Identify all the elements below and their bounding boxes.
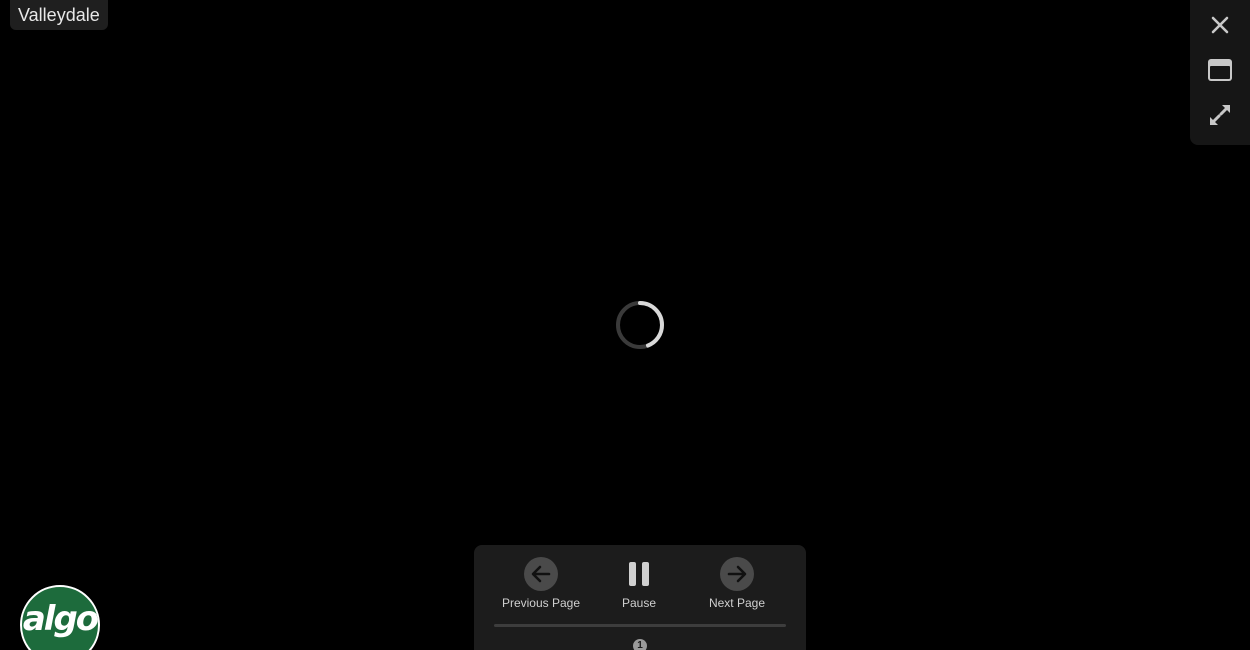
previous-page-button[interactable]: Previous Page	[491, 557, 591, 610]
window-mode-button[interactable]	[1200, 50, 1240, 90]
page-indicator[interactable]: 1	[633, 639, 647, 650]
next-page-label: Next Page	[708, 596, 766, 610]
arrow-left-icon	[524, 557, 558, 591]
arrow-right-icon	[720, 557, 754, 591]
expand-icon	[1210, 105, 1230, 125]
viewer-toolbar	[1190, 0, 1250, 145]
logo-text: algo	[22, 599, 98, 639]
pause-label: Pause	[621, 596, 657, 610]
window-title: Valleydale	[10, 0, 108, 30]
fullscreen-button[interactable]	[1200, 95, 1240, 135]
previous-page-label: Previous Page	[501, 596, 581, 610]
pause-button[interactable]: Pause	[589, 557, 689, 610]
brand-logo: algo	[20, 585, 100, 650]
loading-spinner-icon	[616, 301, 665, 349]
close-icon	[1211, 16, 1229, 34]
playback-controls: Previous Page Pause Next Page 1	[474, 545, 806, 650]
pause-icon	[629, 562, 649, 586]
presentation-viewer: Valleydale Previous Page Pause Next Page…	[0, 0, 1250, 650]
close-button[interactable]	[1200, 5, 1240, 45]
window-icon	[1208, 59, 1232, 81]
next-page-button[interactable]: Next Page	[687, 557, 787, 610]
page-progress-track[interactable]	[494, 624, 786, 627]
